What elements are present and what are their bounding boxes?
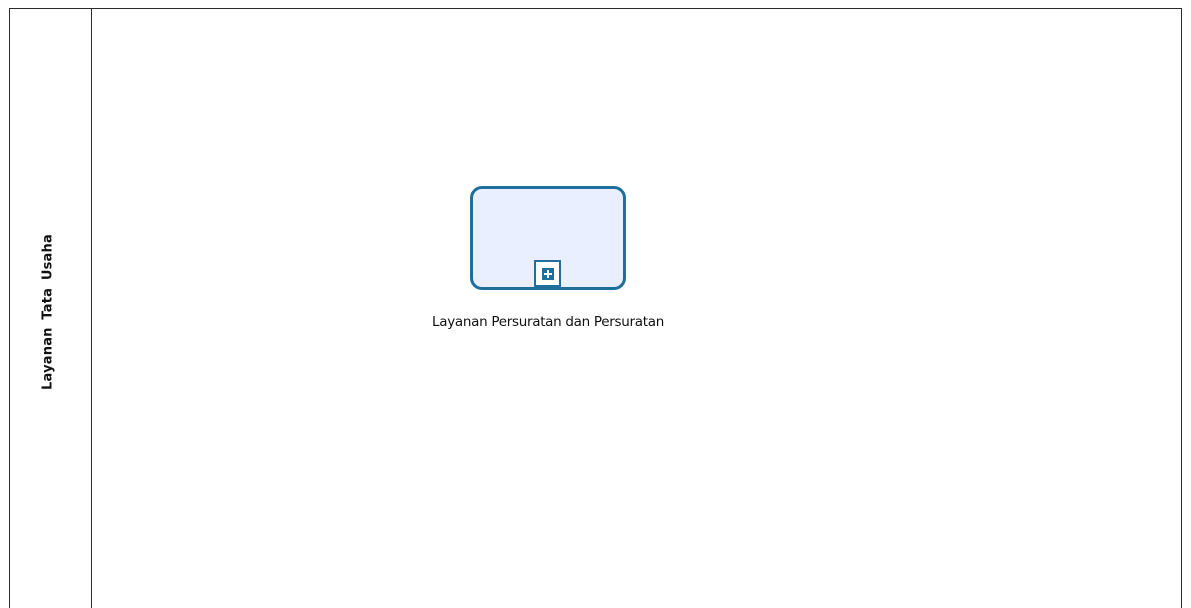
lane-header[interactable]: Layanan Tata Usaha [10, 9, 92, 608]
lane-label: Layanan Tata Usaha [40, 234, 56, 390]
expand-subprocess-marker[interactable] [534, 260, 561, 287]
subprocess-label: Layanan Persuratan dan Persuratan [432, 314, 664, 330]
pool: Layanan Tata Usaha [9, 8, 1182, 608]
plus-icon [541, 267, 554, 280]
collapsed-subprocess[interactable] [470, 186, 626, 290]
